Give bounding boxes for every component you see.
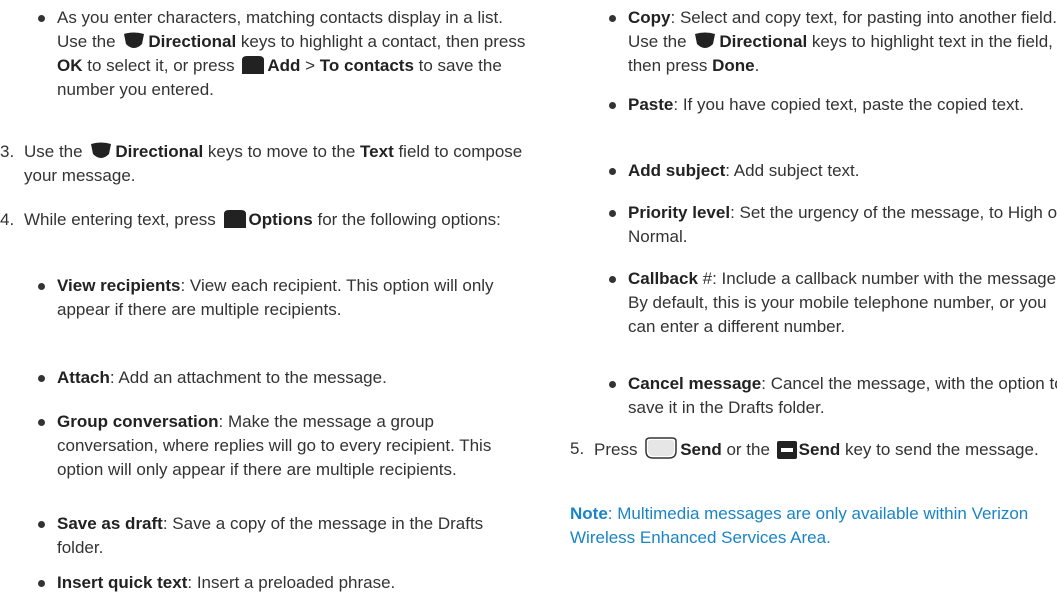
step-4: 4. While entering text, press Options fo…: [0, 208, 544, 232]
option-copy: Copy: Select and copy text, for pasting …: [608, 6, 1057, 78]
directional-key-label: Directional: [115, 142, 204, 161]
step-5-number: 5.: [570, 439, 585, 458]
option-label: Cancel message: [628, 374, 762, 393]
copy-text-3: .: [754, 56, 760, 75]
option-label: View recipients: [57, 276, 181, 295]
option-text: : Add an attachment to the message.: [109, 368, 387, 387]
option-view-recipients: View recipients: View each recipient. Th…: [37, 274, 527, 322]
option-text: : Add subject text.: [725, 161, 860, 180]
option-save-as-draft: Save as draft: Save a copy of the messag…: [37, 512, 527, 560]
option-label: Attach: [57, 368, 110, 387]
step-5-text-1: Press: [594, 440, 643, 459]
step-4-text-1: While entering text, press: [24, 210, 221, 229]
option-paste: Paste: If you have copied text, paste th…: [608, 93, 1057, 117]
contacts-text-2: keys to highlight a contact, then press: [236, 32, 526, 51]
note: Note: Multimedia messages are only avail…: [570, 502, 1050, 550]
option-label: Add subject: [628, 161, 726, 180]
option-label: Paste: [628, 95, 674, 114]
send-key-label: Send: [798, 440, 841, 459]
option-label: Callback: [628, 269, 698, 288]
note-text: : Multimedia messages are only available…: [570, 504, 1029, 547]
directional-key-icon: [695, 32, 716, 48]
directional-key-label: Directional: [719, 32, 808, 51]
step-5-text-3: key to send the message.: [840, 440, 1039, 459]
step-3-text-1: Use the: [24, 142, 88, 161]
option-callback: Callback #: Include a callback number wi…: [608, 267, 1057, 339]
send-label: Send: [680, 440, 722, 459]
step-4-number: 4.: [0, 210, 15, 229]
soft-key-icon: [223, 210, 246, 228]
step-3-number: 3.: [0, 142, 15, 161]
option-group-conversation: Group conversation: Make the message a g…: [37, 410, 527, 482]
ok-key-label: OK: [57, 56, 83, 75]
step-3-text-2: keys to move to the: [203, 142, 361, 161]
option-attach: Attach: Add an attachment to the message…: [37, 366, 527, 390]
add-label: Add: [267, 56, 301, 75]
option-cancel-message: Cancel message: Cancel the message, with…: [608, 372, 1057, 420]
option-label: Save as draft: [57, 514, 163, 533]
option-add-subject: Add subject: Add subject text.: [608, 159, 1057, 183]
directional-key-icon: [91, 142, 112, 158]
to-contacts-label: To contacts: [319, 56, 414, 75]
option-label: Insert quick text: [57, 573, 188, 592]
contacts-text-3: to select it, or press: [82, 56, 240, 75]
step-5: 5. Press Send or the Send key to send th…: [570, 437, 1057, 462]
step-3: 3. Use the Directional keys to move to t…: [0, 140, 544, 188]
option-label: Copy: [628, 8, 671, 27]
option-label: Group conversation: [57, 412, 219, 431]
text-field-label: Text: [360, 142, 394, 161]
contacts-text-4: >: [300, 56, 320, 75]
directional-key-label: Directional: [148, 32, 237, 51]
send-soft-key-icon: [645, 437, 677, 459]
soft-key-icon: [242, 56, 265, 74]
option-text: : Insert a preloaded phrase.: [187, 573, 396, 592]
send-key-icon: [776, 441, 797, 459]
option-label: Priority level: [628, 203, 731, 222]
done-label: Done: [712, 56, 755, 75]
options-label: Options: [248, 210, 313, 229]
step-5-text-2: or the: [721, 440, 775, 459]
option-insert-quick-text: Insert quick text: Insert a preloaded ph…: [37, 571, 527, 595]
note-label: Note: [570, 504, 608, 523]
contacts-bullet: As you enter characters, matching contac…: [37, 6, 527, 102]
option-priority-level: Priority level: Set the urgency of the m…: [608, 201, 1057, 249]
option-text: : If you have copied text, paste the cop…: [673, 95, 1024, 114]
directional-key-icon: [124, 32, 145, 48]
step-4-text-2: for the following options:: [312, 210, 501, 229]
copy-text-2: keys to highlight text in the field, the…: [628, 32, 1053, 75]
